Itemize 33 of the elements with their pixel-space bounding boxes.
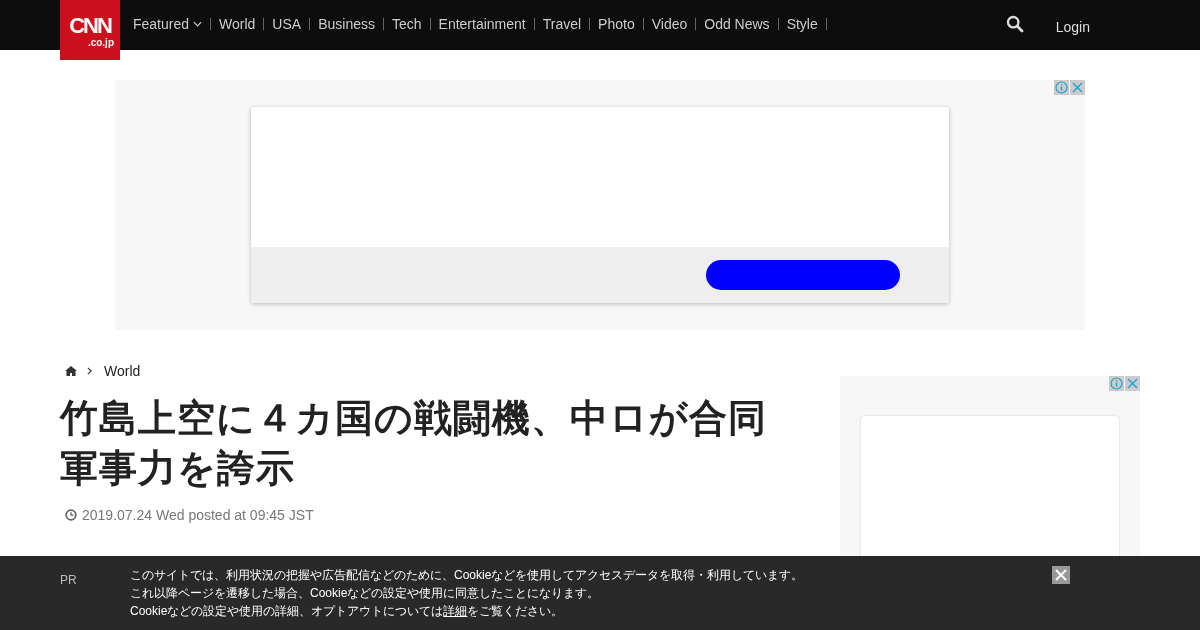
ad-button[interactable] — [706, 260, 900, 290]
nav-link[interactable]: Entertainment — [438, 15, 526, 32]
home-icon[interactable] — [65, 366, 77, 376]
cookie-notice-text: Cookieなどの設定や使用の詳細、オプトアウトについては詳細をご覧ください。 — [130, 603, 565, 620]
site-logo[interactable]: CNN .co.jp — [60, 0, 120, 60]
breadcrumb-link[interactable]: World — [104, 363, 141, 379]
nav-link[interactable]: Style — [786, 15, 818, 32]
nav-link[interactable]: Business — [318, 15, 375, 32]
close-icon[interactable] — [1070, 80, 1085, 95]
nav-link[interactable]: World — [219, 15, 256, 32]
nav-link[interactable]: Video — [651, 15, 688, 32]
nav-link[interactable]: Odd News — [704, 15, 770, 32]
search-icon[interactable] — [1005, 15, 1024, 33]
info-icon[interactable] — [1054, 80, 1069, 95]
nav-link[interactable]: USA — [272, 15, 302, 32]
publish-date: 2019.07.24 Wed posted at 09:45 JST — [82, 507, 314, 523]
logo-domain: .co.jp — [87, 37, 114, 49]
pr-label: PR — [60, 573, 77, 587]
nav-link[interactable]: Photo — [598, 15, 635, 32]
info-icon[interactable] — [1109, 376, 1124, 391]
cookie-notice-text: これ以降ページを遷移した場合、Cookieなどの設定や使用に同意したことになります。 — [130, 585, 601, 602]
nav-link[interactable]: Featured — [133, 15, 203, 32]
login-link[interactable]: Login — [1055, 19, 1090, 35]
article-title: 竹島上空に４カ国の戦闘機、中ロが合同軍事力を誇示 — [60, 395, 768, 492]
cookie-notice-text: このサイトでは、利用状況の把握や広告配信などのために、Cookieなどを使用してアクセスデータを取得・利用しています。 — [130, 567, 805, 584]
chevron-right-icon — [87, 367, 92, 375]
close-icon[interactable] — [1125, 376, 1140, 391]
close-button[interactable] — [1052, 566, 1070, 584]
clock-icon — [65, 509, 77, 521]
nav-link[interactable]: Tech — [391, 15, 422, 32]
logo-wordmark: CNN — [69, 15, 111, 37]
nav-link[interactable]: Travel — [542, 15, 582, 32]
details-link[interactable]: 詳細 — [443, 604, 468, 618]
